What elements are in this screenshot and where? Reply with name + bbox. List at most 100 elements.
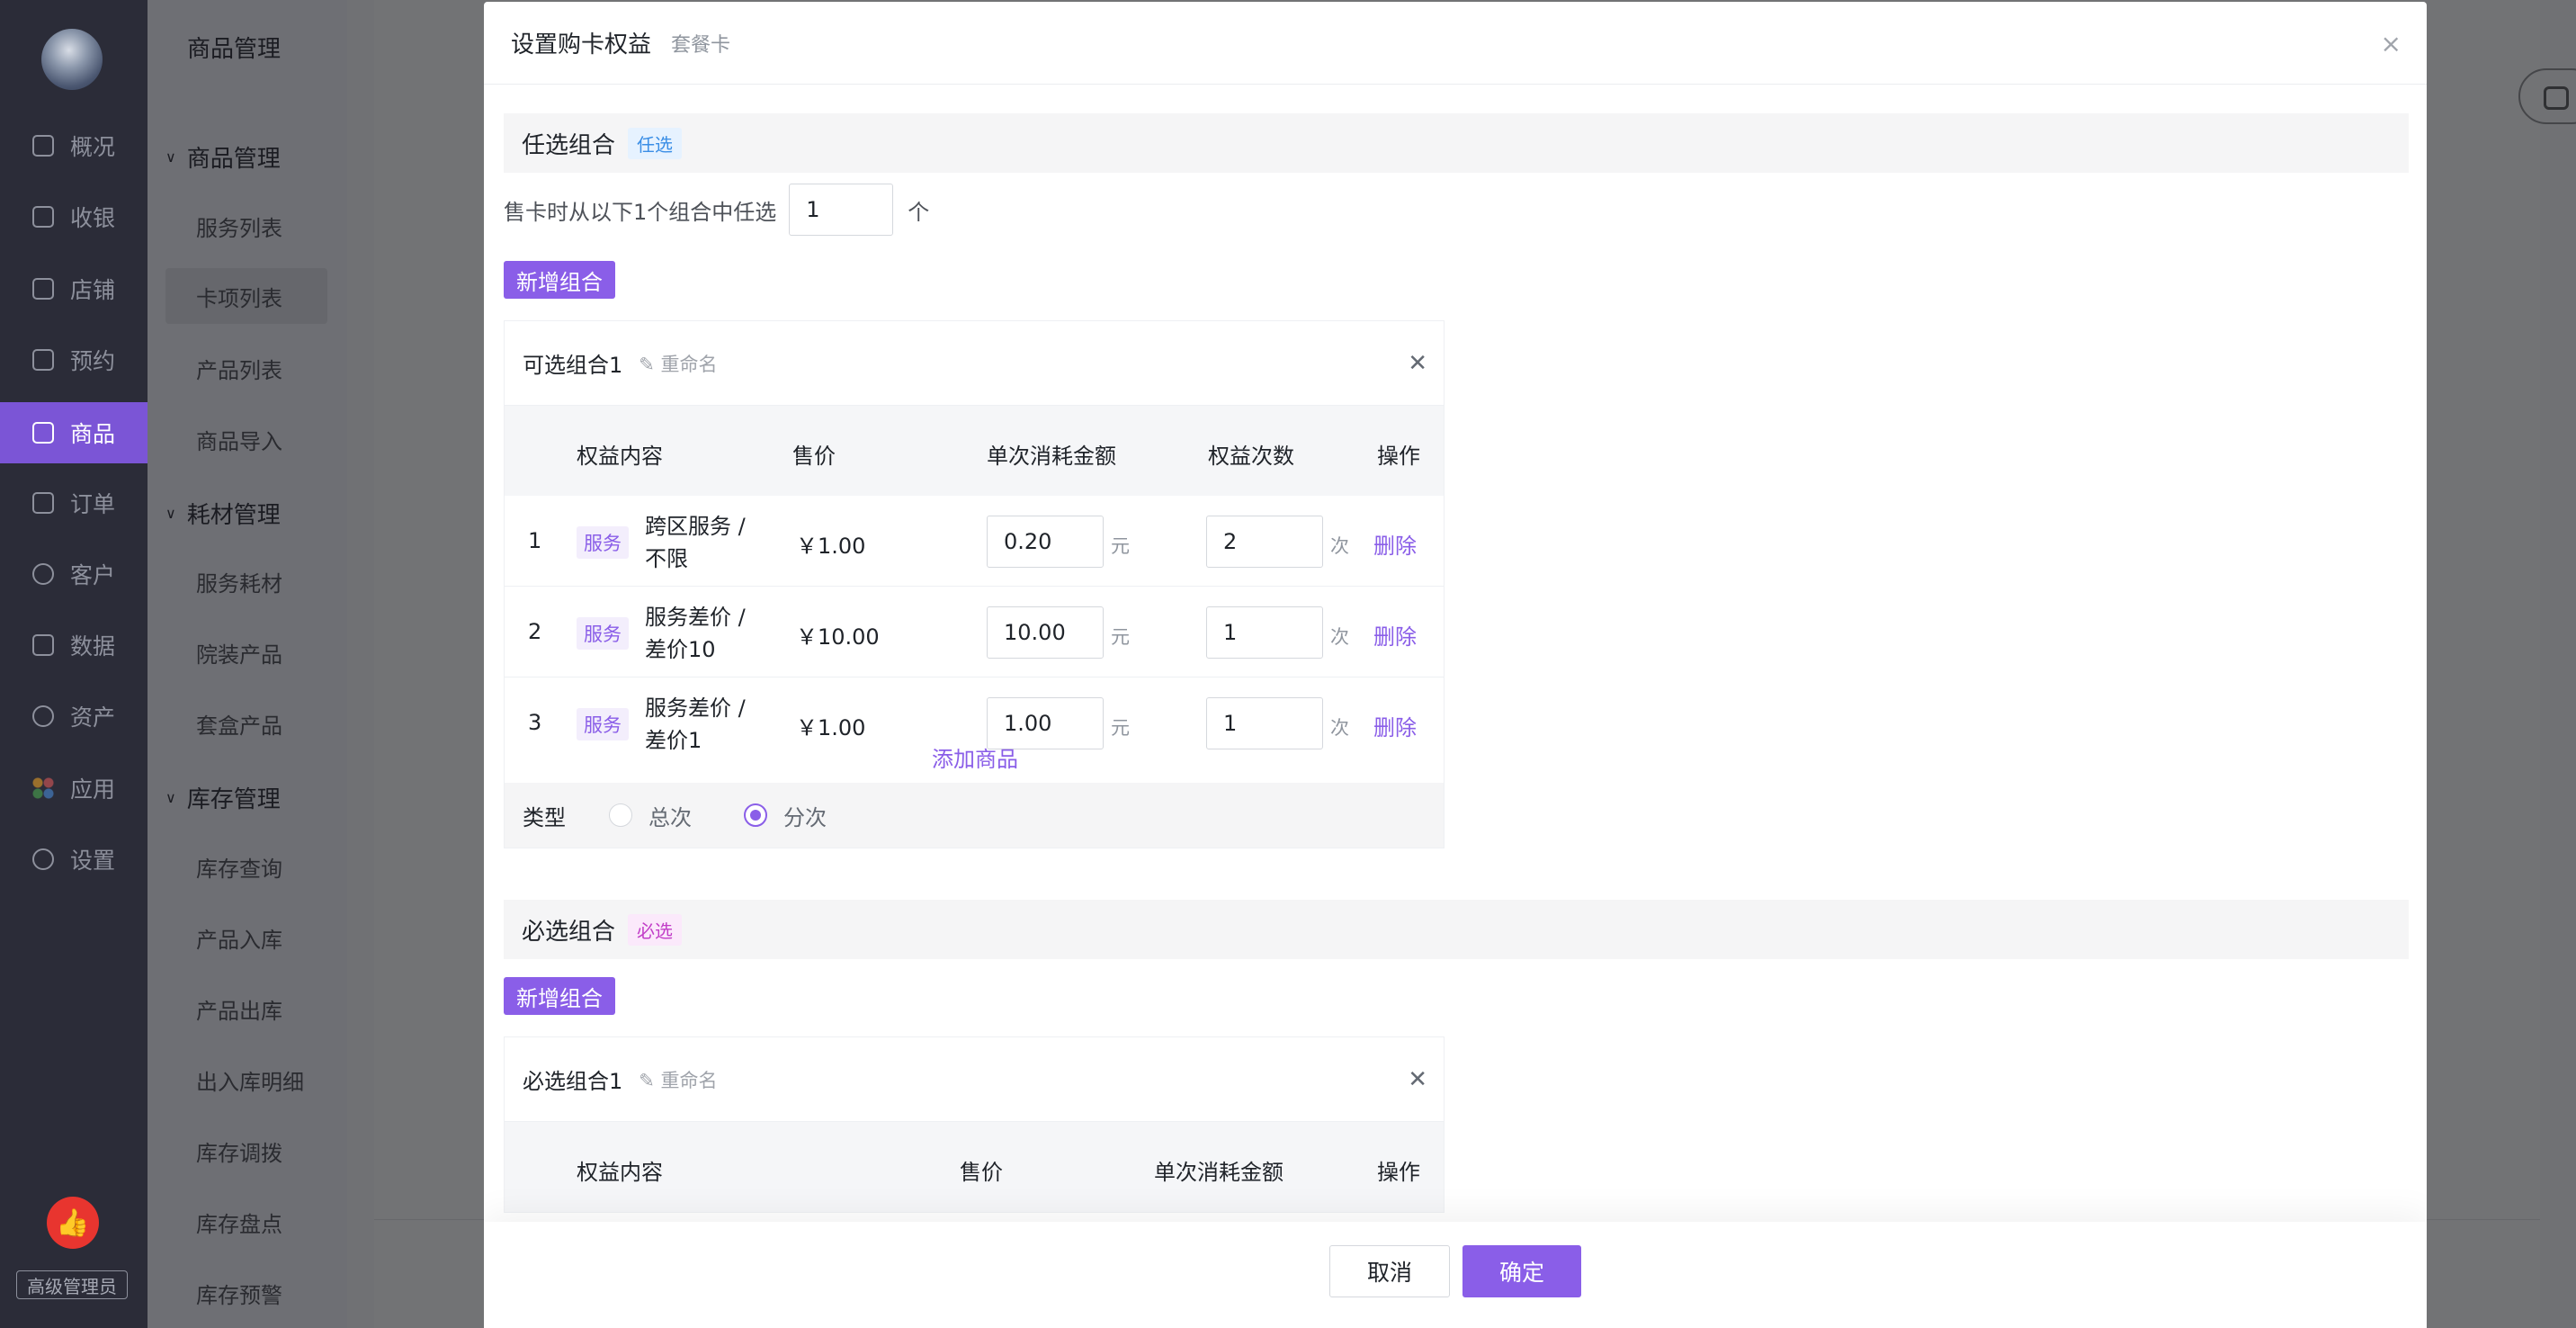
cancel-button[interactable]: 取消 bbox=[1329, 1245, 1450, 1297]
chevron-down-icon: ∨ bbox=[165, 505, 176, 522]
close-icon[interactable]: × bbox=[2381, 29, 2402, 58]
menu-item-stock-in[interactable]: 产品入库 bbox=[165, 910, 327, 965]
amount-input[interactable]: 10.00 bbox=[987, 606, 1104, 659]
nav-item-booking[interactable]: 预约 bbox=[0, 329, 148, 390]
nav-item-orders[interactable]: 订单 bbox=[0, 472, 148, 534]
nav-item-data[interactable]: 数据 bbox=[0, 615, 148, 676]
radio-total[interactable] bbox=[609, 803, 632, 827]
table-row: 1 服务 跨区服务 / 不限 ￥1.00 0.20 元 2 次 删除 bbox=[505, 496, 1444, 587]
menu-item-stock-detail[interactable]: 出入库明细 bbox=[165, 1052, 327, 1108]
pick-count-input[interactable]: 1 bbox=[789, 184, 894, 236]
nav-item-store[interactable]: 店铺 bbox=[0, 258, 148, 319]
monitor-icon bbox=[32, 135, 54, 157]
price: ￥1.00 bbox=[796, 715, 866, 740]
menu-group-inventory[interactable]: ∨ 库存管理 bbox=[165, 781, 281, 814]
price: ￥1.00 bbox=[796, 534, 866, 559]
service-tag: 服务 bbox=[577, 526, 629, 559]
delete-link[interactable]: 删除 bbox=[1373, 528, 1417, 560]
combo-name: 必选组合1 bbox=[523, 1069, 623, 1094]
combo-header: 可选组合1 ✎ 重命名 ✕ bbox=[505, 321, 1444, 406]
asset-icon bbox=[32, 705, 54, 727]
nav-item-goods[interactable]: 商品 bbox=[0, 402, 148, 463]
nav-item-customers[interactable]: 客户 bbox=[0, 543, 148, 605]
menu-item-stock-check[interactable]: 库存盘点 bbox=[165, 1194, 327, 1250]
role-badge: 高级管理员 bbox=[16, 1270, 128, 1299]
amount-input[interactable]: 0.20 bbox=[987, 516, 1104, 568]
required-section-header: 必选组合 必选 bbox=[504, 900, 2409, 959]
add-optional-combo-button[interactable]: 新增组合 bbox=[504, 261, 615, 299]
menu-item-stock-alert[interactable]: 库存预警 bbox=[165, 1265, 327, 1321]
optional-tag: 任选 bbox=[628, 127, 683, 159]
benefit-name: 跨区服务 / 不限 bbox=[645, 514, 746, 571]
service-tag: 服务 bbox=[577, 708, 629, 740]
menu-item-stock-out[interactable]: 产品出库 bbox=[165, 981, 327, 1036]
floating-toggle-button[interactable] bbox=[2518, 68, 2576, 124]
delete-link[interactable]: 删除 bbox=[1373, 619, 1417, 651]
required-tag: 必选 bbox=[628, 913, 683, 946]
column-header: 售价 bbox=[792, 444, 836, 469]
gear-icon bbox=[32, 848, 54, 870]
delete-link[interactable]: 删除 bbox=[1373, 710, 1417, 741]
add-required-combo-button[interactable]: 新增组合 bbox=[504, 977, 615, 1015]
close-icon[interactable]: ✕ bbox=[1408, 350, 1427, 377]
nav-item-assets[interactable]: 资产 bbox=[0, 686, 148, 747]
menu-group-goods[interactable]: ∨ 商品管理 bbox=[165, 140, 281, 174]
benefit-name: 服务差价 / 差价10 bbox=[645, 605, 746, 662]
chevron-down-icon: ∨ bbox=[165, 148, 176, 166]
rename-link[interactable]: ✎ 重命名 bbox=[639, 1066, 717, 1093]
modal-title: 设置购卡权益 bbox=[511, 31, 652, 58]
rename-link[interactable]: ✎ 重命名 bbox=[639, 350, 717, 377]
store-icon bbox=[32, 278, 54, 300]
column-header: 权益内容 bbox=[577, 1160, 663, 1185]
secondary-menu: 商品管理 ∨ 商品管理 服务列表 卡项列表 产品列表 商品导入 ∨ 耗材管理 服务耗… bbox=[148, 0, 347, 1328]
cashier-icon bbox=[32, 206, 54, 228]
column-header: 单次消耗金额 bbox=[1154, 1160, 1284, 1185]
modal-subtitle: 套餐卡 bbox=[671, 33, 731, 57]
bag-icon bbox=[32, 422, 54, 444]
menu-item-box-products[interactable]: 套盒产品 bbox=[165, 695, 327, 751]
chart-icon bbox=[32, 634, 54, 656]
section-title: 必选组合 bbox=[522, 918, 616, 946]
count-input[interactable]: 2 bbox=[1206, 516, 1323, 568]
toggle-icon bbox=[2544, 86, 2569, 110]
menu-group-consumables[interactable]: ∨ 耗材管理 bbox=[165, 497, 281, 530]
menu-item-stock-query[interactable]: 库存查询 bbox=[165, 839, 327, 894]
combo-header: 必选组合1 ✎ 重命名 ✕ bbox=[505, 1037, 1444, 1122]
column-header: 权益内容 bbox=[577, 444, 663, 469]
combo-name: 可选组合1 bbox=[523, 353, 623, 378]
count-input[interactable]: 1 bbox=[1206, 606, 1323, 659]
avatar[interactable] bbox=[41, 29, 103, 90]
optional-section-header: 任选组合 任选 bbox=[504, 113, 2409, 173]
modal-header: 设置购卡权益 套餐卡 × bbox=[484, 2, 2427, 85]
benefit-settings-modal: 设置购卡权益 套餐卡 × 任选组合 任选 售卡时从以下1个组合中任选 1 个 新… bbox=[484, 2, 2427, 1328]
thumbs-up-icon[interactable]: 👍 bbox=[47, 1197, 99, 1249]
pick-rule: 售卡时从以下1个组合中任选 1 个 bbox=[504, 184, 929, 236]
order-icon bbox=[32, 492, 54, 514]
column-header: 操作 bbox=[1377, 444, 1420, 469]
nav-item-apps[interactable]: 应用 bbox=[0, 758, 148, 819]
add-goods-link[interactable]: 添加商品 bbox=[505, 741, 1445, 773]
nav-item-settings[interactable]: 设置 bbox=[0, 829, 148, 890]
menu-item-product-list[interactable]: 产品列表 bbox=[165, 340, 327, 396]
calendar-icon bbox=[32, 349, 54, 371]
user-icon bbox=[32, 563, 54, 585]
menu-item-goods-import[interactable]: 商品导入 bbox=[165, 411, 327, 467]
required-combo-card: 必选组合1 ✎ 重命名 ✕ 权益内容 售价 单次消耗金额 操作 bbox=[504, 1036, 1445, 1213]
service-tag: 服务 bbox=[577, 617, 629, 650]
type-selector: 类型 总次 分次 bbox=[505, 783, 1444, 848]
menu-item-stock-transfer[interactable]: 库存调拨 bbox=[165, 1123, 327, 1179]
column-header: 单次消耗金额 bbox=[987, 444, 1116, 469]
nav-item-cashier[interactable]: 收银 bbox=[0, 186, 148, 247]
confirm-button[interactable]: 确定 bbox=[1462, 1245, 1581, 1297]
column-header: 售价 bbox=[960, 1160, 1003, 1185]
nav-item-overview[interactable]: 概况 bbox=[0, 115, 148, 176]
table-header: 权益内容 售价 单次消耗金额 权益次数 操作 bbox=[505, 406, 1444, 496]
menu-item-service-consumables[interactable]: 服务耗材 bbox=[165, 553, 327, 609]
menu-item-service-list[interactable]: 服务列表 bbox=[165, 198, 327, 254]
menu-item-salon-products[interactable]: 院装产品 bbox=[165, 624, 327, 680]
close-icon[interactable]: ✕ bbox=[1408, 1066, 1427, 1093]
radio-split[interactable] bbox=[744, 803, 767, 827]
modal-body: 任选组合 任选 售卡时从以下1个组合中任选 1 个 新增组合 可选组合1 ✎ 重… bbox=[504, 85, 2409, 1220]
section-title: 任选组合 bbox=[522, 131, 616, 159]
menu-item-card-list[interactable]: 卡项列表 bbox=[165, 268, 327, 324]
